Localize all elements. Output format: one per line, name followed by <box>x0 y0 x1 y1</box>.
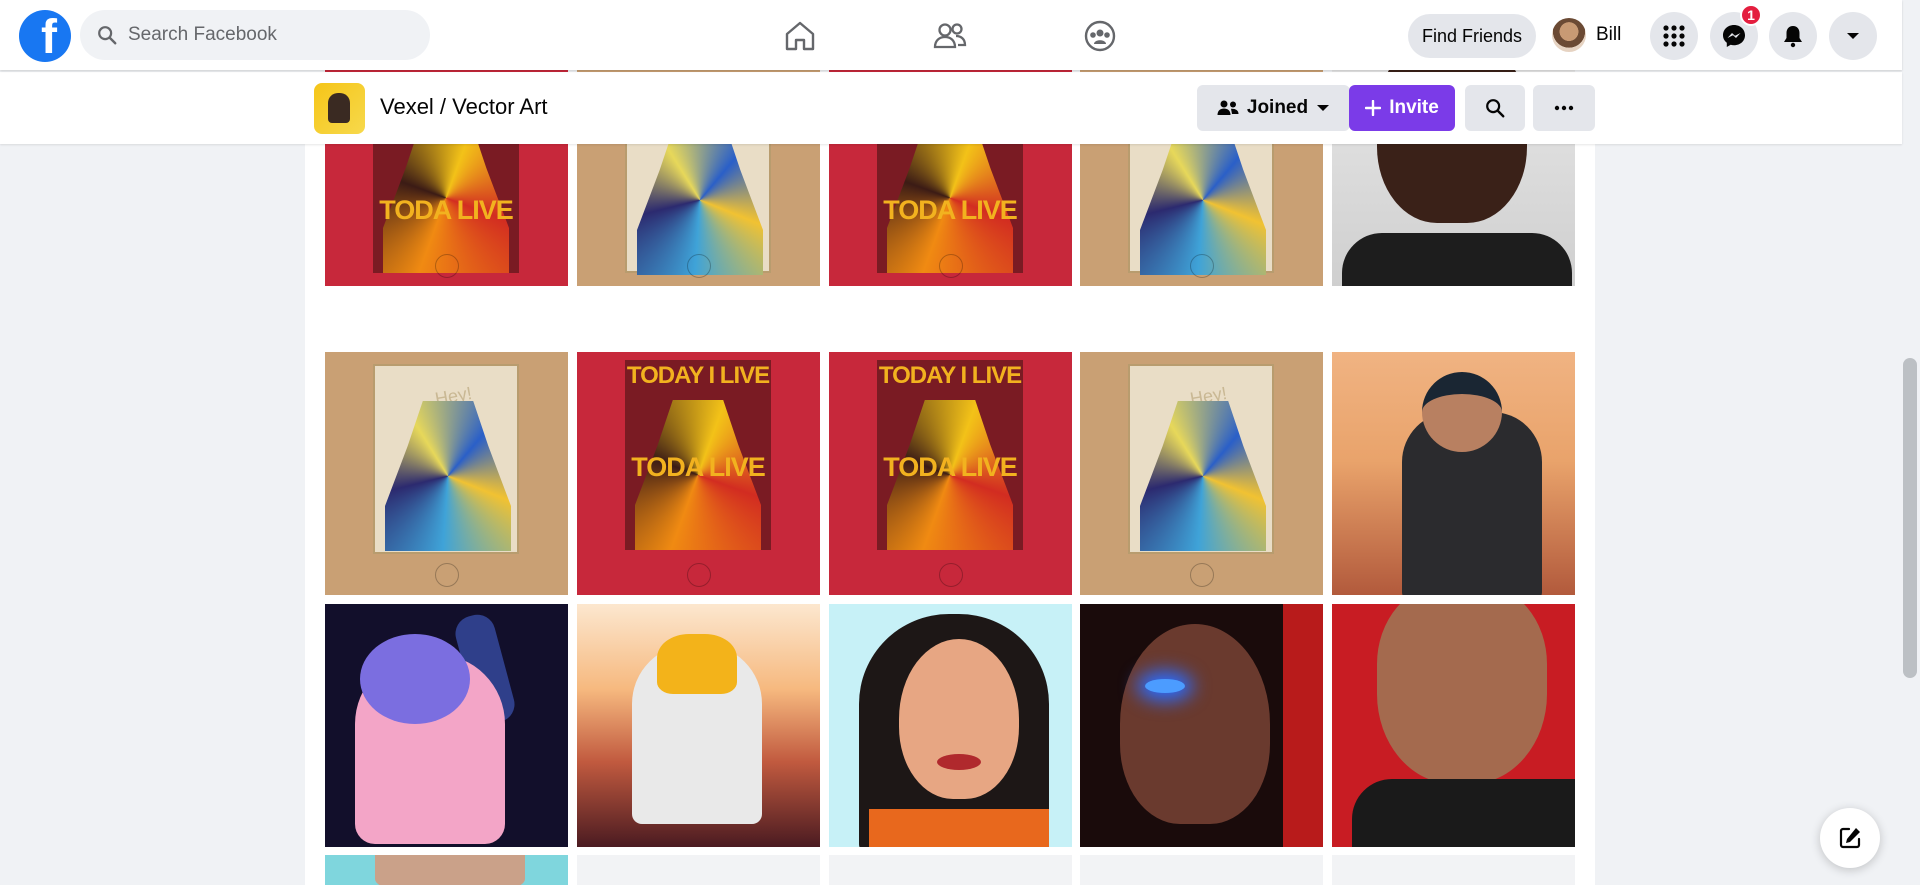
menu-button[interactable] <box>1650 12 1698 60</box>
photo-tile[interactable] <box>1080 604 1323 847</box>
poster-text: LIVE <box>960 452 1018 482</box>
account-menu-button[interactable] <box>1829 12 1877 60</box>
watermark-icon <box>939 563 963 587</box>
search-input[interactable] <box>128 24 388 46</box>
search-box[interactable] <box>80 10 430 60</box>
poster-text: TODA <box>379 195 451 225</box>
photo-tile[interactable] <box>1332 352 1575 595</box>
search-icon <box>1486 99 1505 118</box>
photo-grid-panel: TODA LIVE TODA LIVE Hey! TODAY I LIVE TO… <box>305 43 1595 885</box>
photo-tile[interactable] <box>325 604 568 847</box>
poster-text: TODA <box>883 195 955 225</box>
photo-tile[interactable] <box>829 604 1072 847</box>
poster-text: LIVE <box>456 195 514 225</box>
group-thumbnail[interactable] <box>314 83 365 134</box>
new-message-button[interactable] <box>1820 808 1880 868</box>
top-navigation-bar: f Find Friends Bill 1 <box>0 0 1902 70</box>
watermark-icon <box>939 254 963 278</box>
home-icon <box>785 21 815 51</box>
more-icon <box>1554 105 1574 111</box>
watermark-icon <box>687 563 711 587</box>
poster-text: TODA <box>631 452 703 482</box>
poster-text: TODAY I LIVE <box>878 362 1022 389</box>
people-icon <box>1217 100 1239 115</box>
scrollbar-thumb[interactable] <box>1903 358 1917 678</box>
photo-tile[interactable]: Hey! <box>1080 352 1323 595</box>
home-nav-button[interactable] <box>778 14 822 58</box>
bell-icon <box>1784 26 1802 48</box>
photo-tile[interactable] <box>1332 604 1575 847</box>
joined-button[interactable]: Joined <box>1197 85 1350 131</box>
messenger-button[interactable]: 1 <box>1710 4 1762 60</box>
photo-tile[interactable] <box>577 855 820 885</box>
group-header: Vexel / Vector Art Joined Invite <box>0 72 1902 144</box>
groups-icon <box>1084 20 1116 52</box>
joined-label: Joined <box>1246 97 1309 118</box>
profile-button[interactable]: Bill <box>1552 12 1621 58</box>
poster-text: LIVE <box>708 452 766 482</box>
messenger-icon <box>1723 25 1745 47</box>
friends-nav-button[interactable] <box>928 14 972 58</box>
photo-tile[interactable] <box>325 855 568 885</box>
compose-icon <box>1839 827 1861 849</box>
photo-tile[interactable] <box>577 604 820 847</box>
poster-text: TODA <box>883 452 955 482</box>
photo-tile[interactable] <box>829 855 1072 885</box>
notifications-button[interactable] <box>1769 12 1817 60</box>
messenger-badge: 1 <box>1740 4 1762 26</box>
more-options-button[interactable] <box>1533 85 1595 131</box>
photo-tile[interactable] <box>1080 855 1323 885</box>
grid-menu-icon <box>1663 25 1685 47</box>
photo-tile[interactable]: TODAY I LIVE TODA LIVE <box>577 352 820 595</box>
friends-icon <box>933 23 967 49</box>
caret-down-icon <box>1317 105 1330 111</box>
search-icon <box>98 26 117 45</box>
photo-tile[interactable]: TODAY I LIVE TODA LIVE <box>829 352 1072 595</box>
poster-text: LIVE <box>960 195 1018 225</box>
group-name[interactable]: Vexel / Vector Art <box>380 94 548 120</box>
watermark-icon <box>435 254 459 278</box>
profile-name: Bill <box>1596 24 1622 45</box>
group-search-button[interactable] <box>1465 85 1525 131</box>
photo-tile[interactable] <box>1332 855 1575 885</box>
groups-nav-button[interactable] <box>1078 14 1122 58</box>
find-friends-button[interactable]: Find Friends <box>1408 14 1537 58</box>
find-friends-label: Find Friends <box>1422 25 1523 46</box>
watermark-icon <box>435 563 459 587</box>
avatar <box>1552 18 1586 52</box>
invite-button[interactable]: Invite <box>1349 85 1455 131</box>
watermark-icon <box>687 254 711 278</box>
caret-down-icon <box>1847 33 1859 39</box>
invite-label: Invite <box>1389 97 1439 118</box>
photo-tile[interactable]: Hey! <box>325 352 568 595</box>
facebook-logo-letter: f <box>41 11 57 62</box>
plus-icon <box>1365 100 1382 116</box>
watermark-icon <box>1190 563 1214 587</box>
watermark-icon <box>1190 254 1214 278</box>
poster-text: TODAY I LIVE <box>626 362 770 389</box>
facebook-logo[interactable]: f <box>19 10 71 62</box>
